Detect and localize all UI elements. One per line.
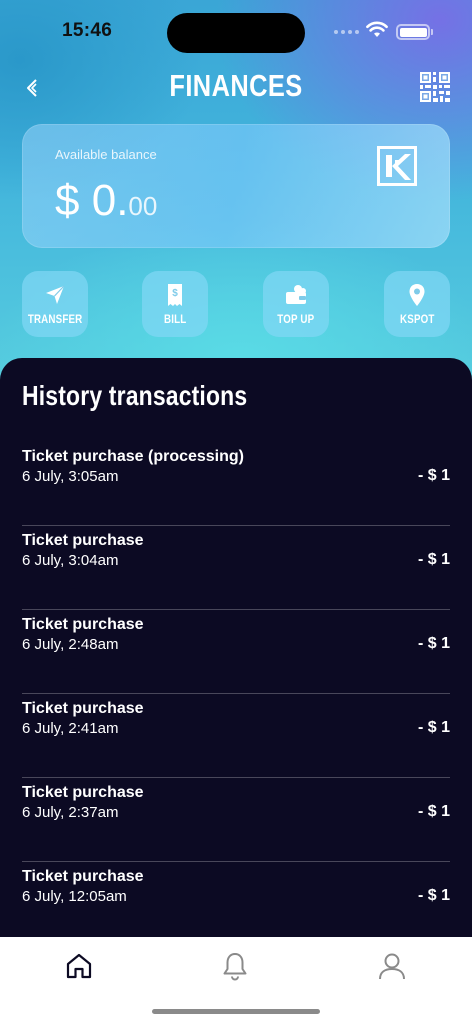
transaction-amount: - $ 1 [417,551,450,568]
bill-label: BILL [163,314,187,326]
bell-icon [223,953,247,981]
bill-button[interactable]: $ BILL [142,271,208,337]
transaction-date: 6 July, 3:05am [22,468,119,485]
balance-label: Available balance [55,147,157,162]
wallet-icon [286,285,306,304]
top-up-button[interactable]: TOP UP [263,271,329,337]
home-icon [66,953,92,979]
transaction-date: 6 July, 2:37am [22,804,119,821]
transaction-date: 6 July, 3:04am [22,552,119,569]
location-pin-icon [409,284,425,306]
svg-text:$: $ [172,288,178,299]
kspot-button[interactable]: KSPOT [384,271,450,337]
transaction-row[interactable]: Ticket purchase 6 July, 2:41am - $ 1 [22,694,450,778]
currency-symbol: $ [55,176,80,225]
user-icon [379,953,405,980]
transaction-date: 6 July, 12:05am [22,888,127,905]
balance-amount: $ 0.00 [55,176,157,226]
balance-cents: 00 [128,191,158,221]
chevron-left-icon [27,79,37,97]
top-up-label: TOP UP [277,314,315,326]
transaction-title: Ticket purchase [22,784,144,801]
battery-icon [396,24,430,40]
tab-home[interactable] [62,949,96,983]
brand-logo-icon [377,146,417,186]
back-button[interactable] [20,74,44,102]
battery-tip [431,29,433,35]
transaction-title: Ticket purchase [22,700,144,717]
page-title: FINANCES [169,68,303,103]
transaction-amount: - $ 1 [417,803,450,820]
transfer-label: TRANSFER [27,314,83,326]
history-panel: History transactions Ticket purchase (pr… [0,358,472,958]
paper-plane-icon [46,285,65,304]
wifi-icon [366,21,388,37]
tab-profile[interactable] [375,949,409,983]
transaction-amount: - $ 1 [417,887,450,904]
qr-code-icon [420,72,450,102]
transaction-row[interactable]: Ticket purchase 6 July, 2:48am - $ 1 [22,610,450,694]
transaction-amount: - $ 1 [417,719,450,736]
qr-code-button[interactable] [420,72,450,102]
status-time: 15:46 [62,20,113,41]
transaction-title: Ticket purchase [22,616,144,633]
transaction-row[interactable]: Ticket purchase (processing) 6 July, 3:0… [22,442,450,526]
transaction-row[interactable]: Ticket purchase 6 July, 3:04am - $ 1 [22,526,450,610]
transaction-row[interactable]: Ticket purchase 6 July, 12:05am - $ 1 [22,862,450,946]
transfer-button[interactable]: TRANSFER [22,271,88,337]
home-indicator [152,1009,320,1014]
cellular-signal-icon [334,30,359,34]
receipt-icon: $ [168,284,182,306]
transaction-date: 6 July, 2:48am [22,636,119,653]
tab-notifications[interactable] [218,949,252,983]
transaction-row[interactable]: Ticket purchase 6 July, 2:37am - $ 1 [22,778,450,862]
kspot-label: KSPOT [399,314,435,326]
balance-card: Available balance $ 0.00 [22,124,450,248]
transaction-title: Ticket purchase [22,868,144,885]
transaction-date: 6 July, 2:41am [22,720,119,737]
transaction-title: Ticket purchase (processing) [22,448,244,465]
history-title: History transactions [22,380,248,411]
transaction-amount: - $ 1 [417,635,450,652]
transaction-list: Ticket purchase (processing) 6 July, 3:0… [22,442,450,946]
balance-whole: 0. [91,176,129,225]
transaction-amount: - $ 1 [417,467,450,484]
transaction-title: Ticket purchase [22,532,144,549]
dynamic-island [167,13,305,53]
